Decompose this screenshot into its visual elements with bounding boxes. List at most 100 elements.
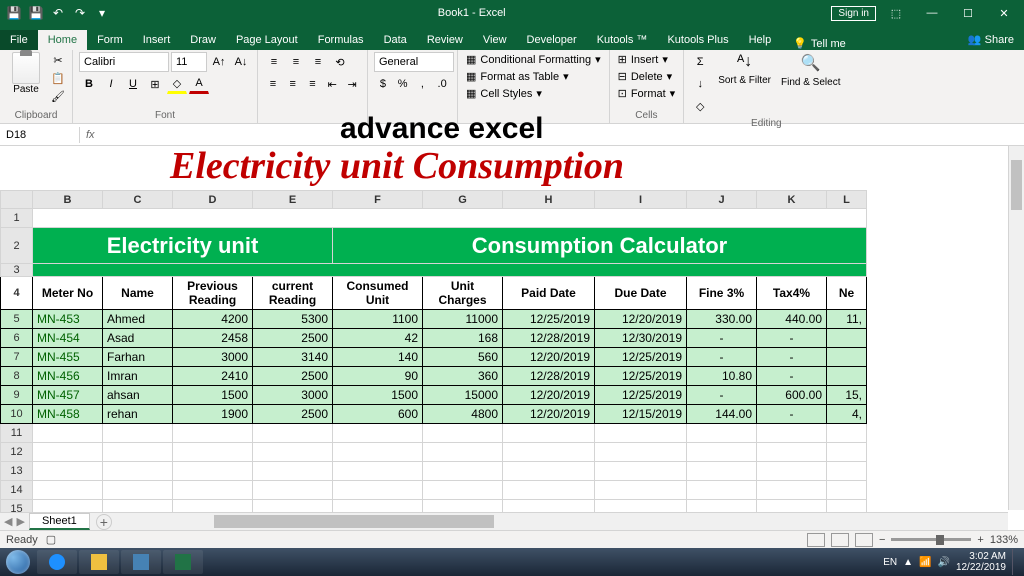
copy-icon[interactable]: 📋 <box>50 70 66 86</box>
cell[interactable]: 1500 <box>333 386 423 405</box>
row-header[interactable]: 1 <box>1 209 33 228</box>
ribbon-options-icon[interactable]: ⬚ <box>880 1 912 25</box>
cell[interactable] <box>503 462 595 481</box>
cell[interactable] <box>687 462 757 481</box>
cut-icon[interactable]: ✂ <box>50 52 66 68</box>
font-color-icon[interactable]: A <box>189 74 209 94</box>
cell[interactable]: 12/20/2019 <box>595 310 687 329</box>
taskbar-explorer-icon[interactable] <box>79 550 119 574</box>
scroll-thumb[interactable] <box>214 515 494 528</box>
table-header-cell[interactable]: Tax4% <box>757 277 827 310</box>
cell[interactable]: MN-454 <box>33 329 103 348</box>
insert-cells-button[interactable]: ⊞ Insert ▾ <box>616 52 678 67</box>
format-painter-icon[interactable]: 🖌 <box>50 88 66 104</box>
cell[interactable] <box>827 424 867 443</box>
align-middle-icon[interactable]: ≡ <box>286 52 306 72</box>
cell[interactable]: - <box>757 405 827 424</box>
cell[interactable] <box>687 424 757 443</box>
cell[interactable]: 360 <box>423 367 503 386</box>
vertical-scrollbar[interactable] <box>1008 146 1024 510</box>
sort-filter-button[interactable]: ᴬ↓Sort & Filter <box>716 52 773 116</box>
align-center-icon[interactable]: ≡ <box>284 74 302 94</box>
cell[interactable]: 2500 <box>253 405 333 424</box>
cell[interactable]: Ahmed <box>103 310 173 329</box>
cell[interactable] <box>33 424 103 443</box>
cell[interactable]: 330.00 <box>687 310 757 329</box>
cell[interactable]: 4800 <box>423 405 503 424</box>
cell[interactable]: 3140 <box>253 348 333 367</box>
col-header[interactable]: I <box>595 191 687 209</box>
cell[interactable]: 1900 <box>173 405 253 424</box>
row-header[interactable]: 7 <box>1 348 33 367</box>
cell[interactable] <box>333 443 423 462</box>
tab-developer[interactable]: Developer <box>517 30 587 50</box>
cell[interactable] <box>595 481 687 500</box>
tab-review[interactable]: Review <box>417 30 473 50</box>
cell[interactable] <box>423 443 503 462</box>
col-header[interactable]: G <box>423 191 503 209</box>
row-header[interactable]: 12 <box>1 443 33 462</box>
cell[interactable] <box>423 424 503 443</box>
undo-icon[interactable]: ↶ <box>48 3 68 23</box>
cell[interactable]: Imran <box>103 367 173 386</box>
horizontal-scrollbar[interactable] <box>200 512 1008 530</box>
tab-view[interactable]: View <box>473 30 517 50</box>
italic-button[interactable]: I <box>101 74 121 94</box>
cell[interactable] <box>595 462 687 481</box>
cell[interactable]: 15, <box>827 386 867 405</box>
percent-icon[interactable]: % <box>394 74 412 94</box>
cell[interactable]: 12/20/2019 <box>503 348 595 367</box>
indent-inc-icon[interactable]: ⇥ <box>343 74 361 94</box>
cell[interactable]: 560 <box>423 348 503 367</box>
cell[interactable] <box>33 443 103 462</box>
row-header[interactable]: 5 <box>1 310 33 329</box>
cell[interactable] <box>757 462 827 481</box>
font-name-combo[interactable]: Calibri <box>79 52 169 72</box>
normal-view-icon[interactable] <box>807 533 825 547</box>
cell[interactable]: - <box>757 367 827 386</box>
new-sheet-button[interactable]: + <box>96 514 112 530</box>
cell[interactable]: - <box>687 329 757 348</box>
spreadsheet-grid[interactable]: BCDEFGHIJKL12Electricity unitConsumption… <box>0 190 867 519</box>
cell[interactable] <box>333 424 423 443</box>
cell[interactable]: 11000 <box>423 310 503 329</box>
tab-file[interactable]: File <box>0 30 38 50</box>
col-header[interactable]: D <box>173 191 253 209</box>
cell[interactable]: MN-457 <box>33 386 103 405</box>
orientation-icon[interactable]: ⟲ <box>330 52 350 72</box>
row-header[interactable]: 11 <box>1 424 33 443</box>
cell[interactable] <box>33 481 103 500</box>
cell[interactable]: 440.00 <box>757 310 827 329</box>
cell[interactable] <box>253 481 333 500</box>
cell[interactable] <box>253 462 333 481</box>
border-icon[interactable]: ⊞ <box>145 74 165 94</box>
decrease-font-icon[interactable]: A↓ <box>231 52 251 72</box>
cell[interactable]: 12/28/2019 <box>503 329 595 348</box>
cell[interactable]: 3000 <box>173 348 253 367</box>
tab-help[interactable]: Help <box>739 30 782 50</box>
redo-icon[interactable]: ↷ <box>70 3 90 23</box>
underline-button[interactable]: U <box>123 74 143 94</box>
name-box[interactable]: D18 <box>0 127 80 143</box>
col-header[interactable]: E <box>253 191 333 209</box>
scroll-thumb[interactable] <box>1011 160 1022 210</box>
col-header[interactable]: H <box>503 191 595 209</box>
cell[interactable] <box>827 367 867 386</box>
cell[interactable] <box>103 462 173 481</box>
cell[interactable]: - <box>687 386 757 405</box>
zoom-level[interactable]: 133% <box>990 534 1018 546</box>
bold-button[interactable]: B <box>79 74 99 94</box>
col-header[interactable]: K <box>757 191 827 209</box>
cell[interactable]: 2500 <box>253 367 333 386</box>
cell[interactable]: 12/28/2019 <box>503 367 595 386</box>
tab-data[interactable]: Data <box>374 30 417 50</box>
cell[interactable]: 3000 <box>253 386 333 405</box>
cell[interactable] <box>757 424 827 443</box>
cell[interactable]: 2410 <box>173 367 253 386</box>
cell[interactable]: 12/25/2019 <box>595 348 687 367</box>
tell-me[interactable]: 💡Tell me <box>793 37 846 50</box>
fill-color-icon[interactable]: ◇ <box>167 74 187 94</box>
tab-home[interactable]: Home <box>38 30 87 50</box>
col-header[interactable]: L <box>827 191 867 209</box>
cell[interactable]: 10.80 <box>687 367 757 386</box>
